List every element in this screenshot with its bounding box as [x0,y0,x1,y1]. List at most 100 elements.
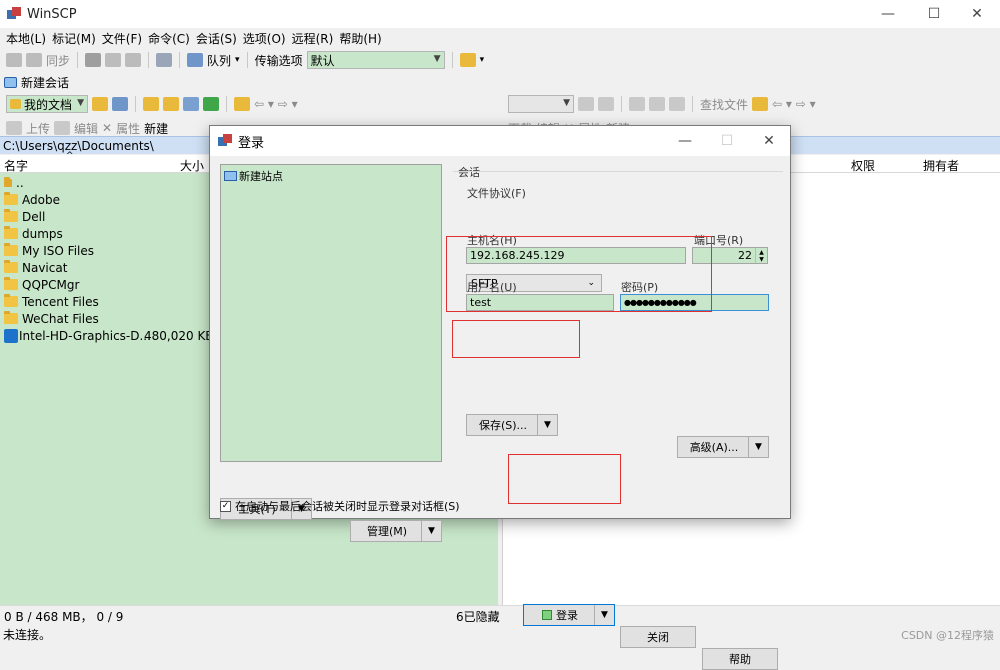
menu-command[interactable]: 命令(C) [148,30,190,47]
back-icon[interactable]: ⇦ ▾ ⇨ ▾ [772,97,816,111]
save-button[interactable]: 保存(S)... ▼ [466,414,558,436]
close-button-label: 关闭 [647,631,669,644]
sync-button[interactable]: 同步 [46,52,70,69]
maximize-button[interactable]: ☐ [911,0,957,28]
login-button[interactable]: 登录 ▼ [523,604,615,626]
parent-folder-icon[interactable] [629,97,645,111]
edit-button[interactable]: 编辑 [74,120,98,137]
parent-folder-icon[interactable] [143,97,159,111]
file-name: Tencent Files [22,294,99,309]
folder-icon [4,260,18,273]
dialog-close-action-button[interactable]: 关闭 [620,626,696,648]
column-owner[interactable]: 拥有者 [923,157,959,174]
menu-remote[interactable]: 远程(R) [292,30,334,47]
sync-browse-icon[interactable] [26,53,42,67]
refresh-icon[interactable] [203,97,219,111]
menu-options[interactable]: 选项(O) [243,30,286,47]
port-spinner[interactable]: ▲ ▼ [755,248,767,263]
console-icon[interactable] [85,53,102,67]
new-session-tab[interactable]: 新建会话 [21,74,69,91]
divider [621,96,622,112]
minimize-button[interactable]: — [865,0,911,28]
dialog-close-button[interactable]: ✕ [749,126,789,156]
divider [148,52,150,68]
file-name: Dell [22,209,46,224]
column-size[interactable]: 大小 [180,157,204,174]
divider [135,96,136,112]
menu-session[interactable]: 会话(S) [196,30,237,47]
filter-icon[interactable] [112,97,128,111]
tree-icon[interactable] [234,97,250,111]
show-login-checkbox-label: 在启动与最后会话被关闭时显示登录对话框(S) [235,500,460,513]
upload-button[interactable]: 上传 [26,120,50,137]
menu-file[interactable]: 文件(F) [102,30,142,47]
open-folder-icon[interactable] [578,97,594,111]
file-name: My ISO Files [22,243,95,258]
winscp-logo-icon [7,7,21,21]
transfer-options-value: 默认 [310,53,335,68]
transfer-settings-icon[interactable] [459,53,476,67]
tree-icon[interactable] [752,97,769,111]
site-list[interactable]: 新建站点 [220,164,442,462]
close-button[interactable]: ✕ [954,0,1000,28]
advanced-button[interactable]: 高级(A)... ▼ [677,436,769,458]
queue-button[interactable]: 队列 [207,52,231,69]
column-permissions[interactable]: 权限 [851,157,875,174]
new-button[interactable]: 新建 [144,120,168,137]
chevron-down-icon[interactable]: ▾ [480,55,485,65]
find-icon[interactable] [125,53,142,67]
session-tabs: 新建会话 [0,72,1000,92]
show-login-checkbox[interactable]: ✓ [220,500,231,512]
status-bar: 0 B / 468 MB， 0 / 9 6已隐藏 [0,605,1000,624]
file-name: Intel-HD-Graphics-D... [19,328,151,343]
site-item-new[interactable]: 新建站点 [224,168,441,184]
help-button[interactable]: 帮助 [702,648,778,670]
divider [692,96,693,112]
local-path[interactable]: C:\Users\qzz\Documents\ [3,139,154,153]
chevron-down-icon[interactable]: ▾ [235,55,240,65]
divider [453,171,783,172]
file-name: WeChat Files [22,311,99,326]
title-bar: WinSCP — ☐ ✕ [0,0,1000,28]
local-location-select[interactable]: 我的文档 ▼ [6,95,88,113]
delete-icon[interactable]: ✕ [102,121,112,135]
open-folder-icon[interactable] [92,97,108,111]
menu-mark[interactable]: 标记(M) [52,30,96,47]
preferences-gear-icon[interactable] [156,53,173,67]
connection-status: 未连接。 [3,628,52,642]
back-icon[interactable]: ⇦ ▾ ⇨ ▾ [254,97,298,111]
edit-icon[interactable] [54,121,71,135]
main-toolbar: 同步 队列 ▾ 传输选项 默认 ▼ ▾ [0,48,1000,72]
refresh-icon[interactable] [669,97,685,111]
transfer-options-select[interactable]: 默认 ▼ [306,51,445,69]
folder-icon [4,311,18,324]
root-folder-icon[interactable] [163,97,179,111]
annotation-save-box [452,320,580,358]
dialog-minimize-button[interactable]: — [665,126,705,156]
remote-nav-toolbar: ▼ 查找文件 ⇦ ▾ ⇨ ▾ [502,92,1000,116]
compare-icon[interactable] [6,53,22,67]
parent-folder-icon [4,176,12,187]
menu-help[interactable]: 帮助(H) [339,30,381,47]
watermark: CSDN @12程序猿 [901,629,994,642]
home-icon[interactable] [649,97,665,111]
spin-down-icon[interactable]: ▼ [759,256,764,263]
file-name: dumps [22,226,63,241]
local-location-value: 我的文档 [24,97,73,112]
queue-icon[interactable] [187,53,204,67]
chevron-down-icon: ▼ [594,605,614,625]
remote-location-select[interactable]: ▼ [508,95,574,113]
column-name[interactable]: 名字 [4,157,28,174]
filter-icon[interactable] [598,97,614,111]
spin-up-icon[interactable]: ▲ [759,249,764,256]
home-icon[interactable] [183,97,199,111]
upload-icon[interactable] [6,121,22,135]
putty-icon[interactable] [105,53,122,67]
file-name: QQPCMgr [22,277,80,292]
menu-local[interactable]: 本地(L) [6,30,46,47]
find-files-button[interactable]: 查找文件 [700,96,748,113]
manage-button[interactable]: 管理(M) ▼ [350,520,442,542]
transfer-options-label: 传输选项 [254,53,303,68]
show-login-checkbox-row[interactable]: ✓ 在启动与最后会话被关闭时显示登录对话框(S) [220,498,460,514]
properties-button[interactable]: 属性 [116,120,140,137]
